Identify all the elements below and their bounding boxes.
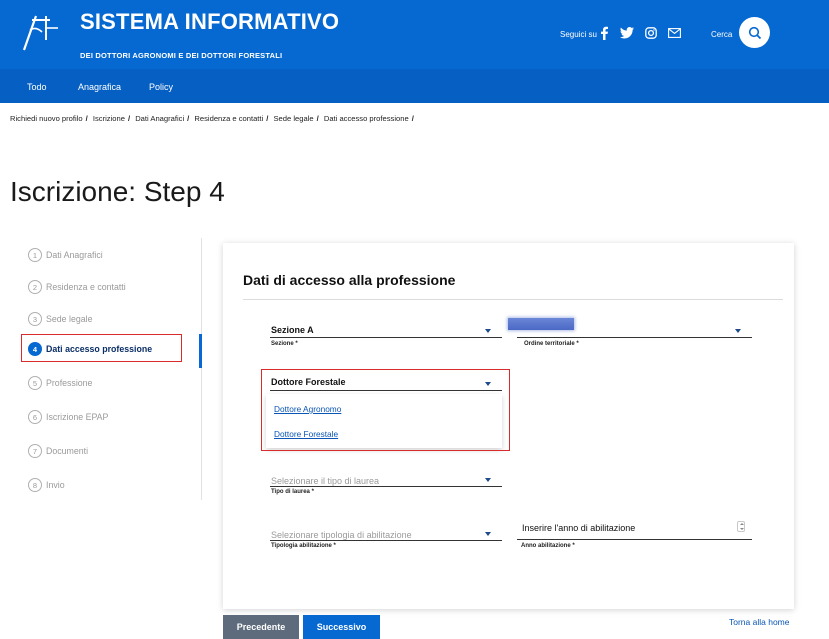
breadcrumb-separator: / xyxy=(316,114,319,123)
chevron-down-icon xyxy=(485,478,491,482)
breadcrumb-item[interactable]: Richiedi nuovo profilo xyxy=(10,114,83,123)
breadcrumb: Richiedi nuovo profilo / Iscrizione / Dati… xyxy=(10,114,417,123)
facebook-icon[interactable] xyxy=(595,24,613,42)
anno-label: Anno abilitazione * xyxy=(521,543,575,549)
step-number: 8 xyxy=(28,478,42,492)
site-title[interactable]: SISTEMA INFORMATIVO xyxy=(80,9,339,35)
breadcrumb-item[interactable]: Iscrizione xyxy=(93,114,125,123)
number-spinner[interactable] xyxy=(737,521,745,532)
tipo-laurea-select[interactable]: Selezionare il tipo di laurea xyxy=(271,476,481,490)
search-button[interactable] xyxy=(739,17,770,48)
breadcrumb-separator: / xyxy=(187,114,190,123)
tipologia-underline xyxy=(270,540,502,541)
twitter-icon[interactable] xyxy=(618,24,636,42)
form-title-divider xyxy=(243,299,783,300)
previous-button[interactable]: Precedente xyxy=(223,615,299,639)
active-step-indicator xyxy=(199,334,202,368)
step-label: Iscrizione EPAP xyxy=(46,412,109,422)
tipo-laurea-label: Tipo di laurea * xyxy=(271,489,314,495)
step-7[interactable]: 7 Documenti xyxy=(28,441,88,461)
breadcrumb-separator: / xyxy=(411,114,414,123)
nav-bar xyxy=(0,69,829,103)
nav-item-policy[interactable]: Policy xyxy=(149,82,173,92)
step-number: 1 xyxy=(28,248,42,262)
sezione-label: Sezione * xyxy=(271,341,298,347)
step-1[interactable]: 1 Dati Anagrafici xyxy=(28,245,103,265)
anno-underline xyxy=(517,539,752,540)
sezione-underline xyxy=(270,337,502,338)
site-subtitle: DEI DOTTORI AGRONOMI E DEI DOTTORI FORES… xyxy=(80,51,283,60)
step-label: Documenti xyxy=(46,446,89,456)
step-number: 6 xyxy=(28,410,42,424)
breadcrumb-item[interactable]: Dati accesso professione xyxy=(324,114,409,123)
search-label: Cerca xyxy=(711,30,733,39)
step-6[interactable]: 6 Iscrizione EPAP xyxy=(28,407,108,427)
step-label: Dati Anagrafici xyxy=(46,250,103,260)
tipologia-select[interactable]: Selezionare tipologia di abilitazione xyxy=(271,530,483,544)
ordine-label: Ordine territoriale * xyxy=(524,341,579,347)
dropdown-highlight xyxy=(261,369,510,451)
instagram-icon[interactable] xyxy=(642,24,660,42)
ordine-underline xyxy=(517,337,752,338)
mail-icon[interactable] xyxy=(665,24,683,42)
breadcrumb-separator: / xyxy=(127,114,131,123)
stepper-divider xyxy=(201,238,202,500)
step-8[interactable]: 8 Invio xyxy=(28,475,65,495)
page-title: Iscrizione: Step 4 xyxy=(10,176,225,207)
breadcrumb-separator: / xyxy=(85,114,88,123)
search-icon xyxy=(748,26,761,39)
chevron-down-icon xyxy=(485,329,491,333)
step-label: Sede legale xyxy=(46,314,93,324)
tipo-laurea-underline xyxy=(270,486,502,487)
next-button[interactable]: Successivo xyxy=(303,615,380,639)
tipologia-label: Tipologia abilitazione * xyxy=(271,543,336,549)
social-label: Seguici su xyxy=(560,30,597,39)
breadcrumb-separator: / xyxy=(266,114,269,123)
form-title: Dati di accesso alla professione xyxy=(243,272,456,288)
step-5[interactable]: 5 Professione xyxy=(28,373,92,393)
step-number: 2 xyxy=(28,280,42,294)
step-number: 5 xyxy=(28,376,42,390)
af-logo-icon xyxy=(22,15,58,51)
step-number: 3 xyxy=(28,312,42,326)
chevron-down-icon xyxy=(485,532,491,536)
anno-input[interactable]: Inserire l'anno di abilitazione xyxy=(522,523,727,537)
breadcrumb-item[interactable]: Dati Anagrafici xyxy=(135,114,184,123)
active-step-highlight xyxy=(21,334,182,362)
step-number: 7 xyxy=(28,444,42,458)
chevron-down-icon xyxy=(735,329,741,333)
step-label: Residenza e contatti xyxy=(46,282,126,292)
nav-item-todo[interactable]: Todo xyxy=(27,82,47,92)
step-label: Professione xyxy=(46,378,93,388)
nav-item-anagrafica[interactable]: Anagrafica xyxy=(78,82,121,92)
home-link[interactable]: Torna alla home xyxy=(729,617,789,627)
step-3[interactable]: 3 Sede legale xyxy=(28,309,92,329)
step-label: Invio xyxy=(46,480,65,490)
breadcrumb-item[interactable]: Sede legale xyxy=(273,114,313,123)
breadcrumb-item[interactable]: Residenza e contatti xyxy=(194,114,263,123)
step-2[interactable]: 2 Residenza e contatti xyxy=(28,277,126,297)
